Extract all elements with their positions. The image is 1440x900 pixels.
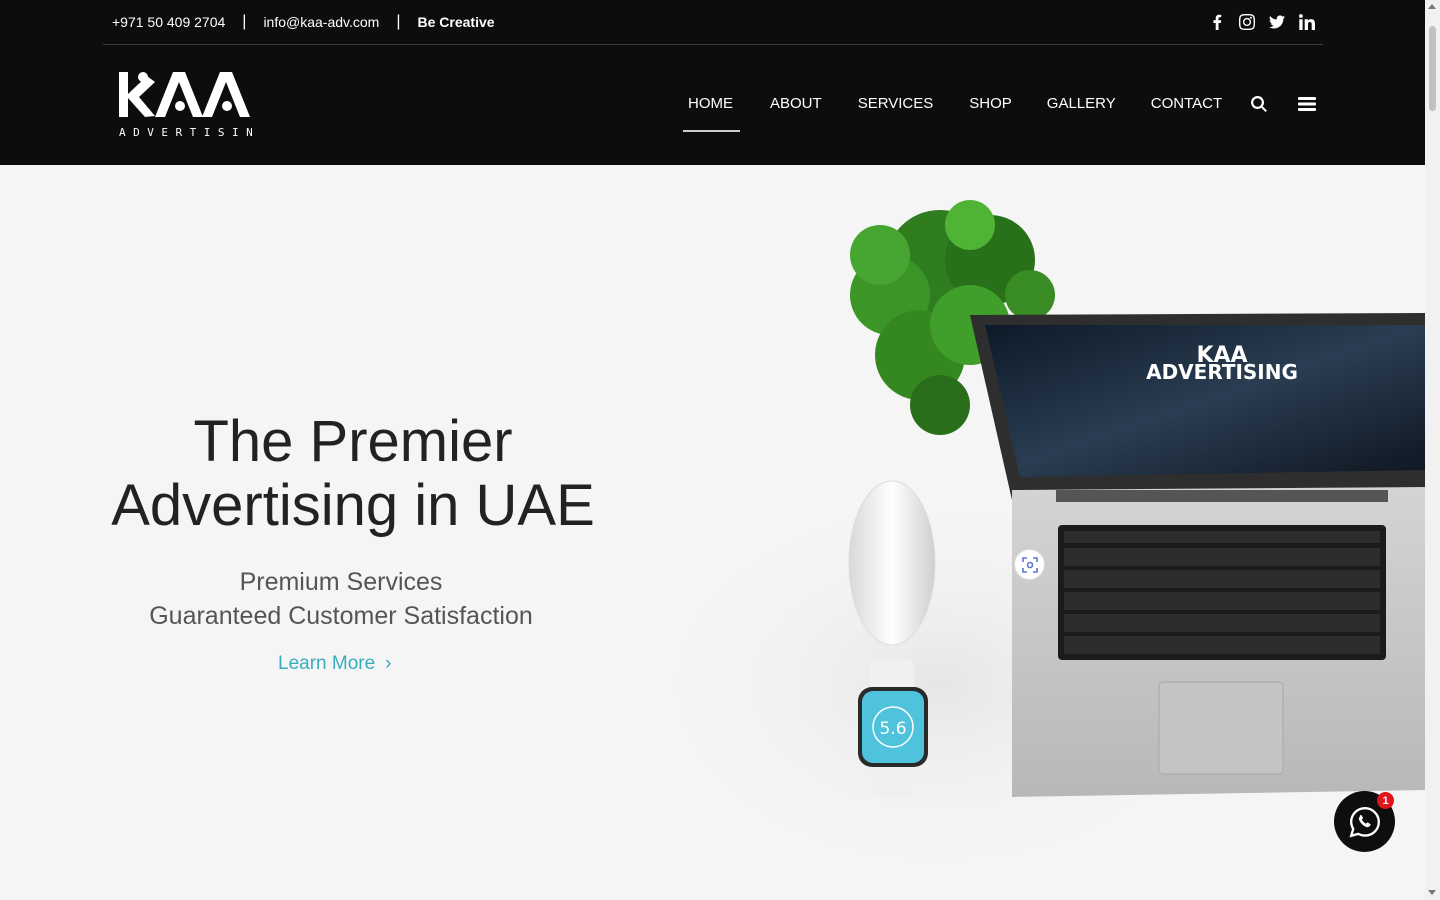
site-header: +971 50 409 2704 | info@kaa-adv.com | Be… <box>0 0 1425 165</box>
hero-title-line: The Premier <box>193 409 513 474</box>
nav-icons <box>1250 95 1316 118</box>
facebook-icon[interactable] <box>1209 13 1225 31</box>
hero-subtitle-line: Premium Services <box>239 568 443 596</box>
screen-subtitle: ADVERTISING <box>1146 360 1298 384</box>
main-nav: HOME ABOUT SERVICES SHOP GALLERY CONTACT <box>683 95 1227 133</box>
hero-section: The Premier Advertising in UAE Premium S… <box>0 165 1425 900</box>
separator: | <box>242 13 247 30</box>
linkedin-icon[interactable] <box>1299 13 1315 31</box>
hero-title-line: Advertising in UAE <box>111 473 595 538</box>
social-links <box>1209 13 1315 31</box>
scrollbar[interactable] <box>1425 0 1440 900</box>
hamburger-menu-icon[interactable] <box>1298 95 1316 118</box>
notification-badge: 1 <box>1377 792 1394 809</box>
hero-subtitle-line: Guaranteed Customer Satisfaction <box>149 602 533 630</box>
search-icon[interactable] <box>1250 95 1268 118</box>
watch-value: 5.6 <box>879 719 906 739</box>
nav-label: GALLERY <box>1046 95 1116 112</box>
nav-label: SHOP <box>969 95 1012 112</box>
nav-services[interactable]: SERVICES <box>853 95 939 133</box>
chevron-right-icon: › <box>385 653 392 674</box>
learn-more-link[interactable]: Learn More › <box>278 653 392 675</box>
email-link[interactable]: info@kaa-adv.com <box>263 14 379 30</box>
nav-label: HOME <box>688 95 733 112</box>
site-logo[interactable]: ADVERTISING <box>117 68 267 140</box>
phone-link[interactable]: +971 50 409 2704 <box>112 14 225 30</box>
nav-gallery[interactable]: GALLERY <box>1042 95 1121 133</box>
hero-title: The Premier Advertising in UAE <box>0 410 706 538</box>
whatsapp-chat-button[interactable]: 1 <box>1334 791 1395 852</box>
visual-search-icon[interactable] <box>1014 549 1045 580</box>
scroll-up-arrow[interactable] <box>1428 4 1436 9</box>
nav-label: ABOUT <box>770 95 822 112</box>
nav-about[interactable]: ABOUT <box>765 95 827 133</box>
scroll-down-arrow[interactable] <box>1428 890 1436 895</box>
learn-more-label: Learn More <box>278 653 376 674</box>
nav-label: SERVICES <box>857 95 934 112</box>
nav-home[interactable]: HOME <box>683 95 740 133</box>
scrollbar-thumb[interactable] <box>1429 26 1436 111</box>
nav-contact[interactable]: CONTACT <box>1146 95 1227 133</box>
separator: | <box>396 13 401 30</box>
nav-shop[interactable]: SHOP <box>964 95 1017 133</box>
twitter-icon[interactable] <box>1269 13 1285 31</box>
hero-subtitle: Premium Services Guaranteed Customer Sat… <box>0 565 682 633</box>
instagram-icon[interactable] <box>1239 13 1255 31</box>
tagline: Be Creative <box>417 14 495 30</box>
whatsapp-icon <box>1348 806 1380 837</box>
hero-illustration: KAA ADVERTISING 5.6 <box>640 200 1425 885</box>
logo-subtitle: ADVERTISING <box>119 126 252 139</box>
top-bar: +971 50 409 2704 | info@kaa-adv.com | Be… <box>103 0 1323 45</box>
nav-label: CONTACT <box>1150 95 1223 112</box>
